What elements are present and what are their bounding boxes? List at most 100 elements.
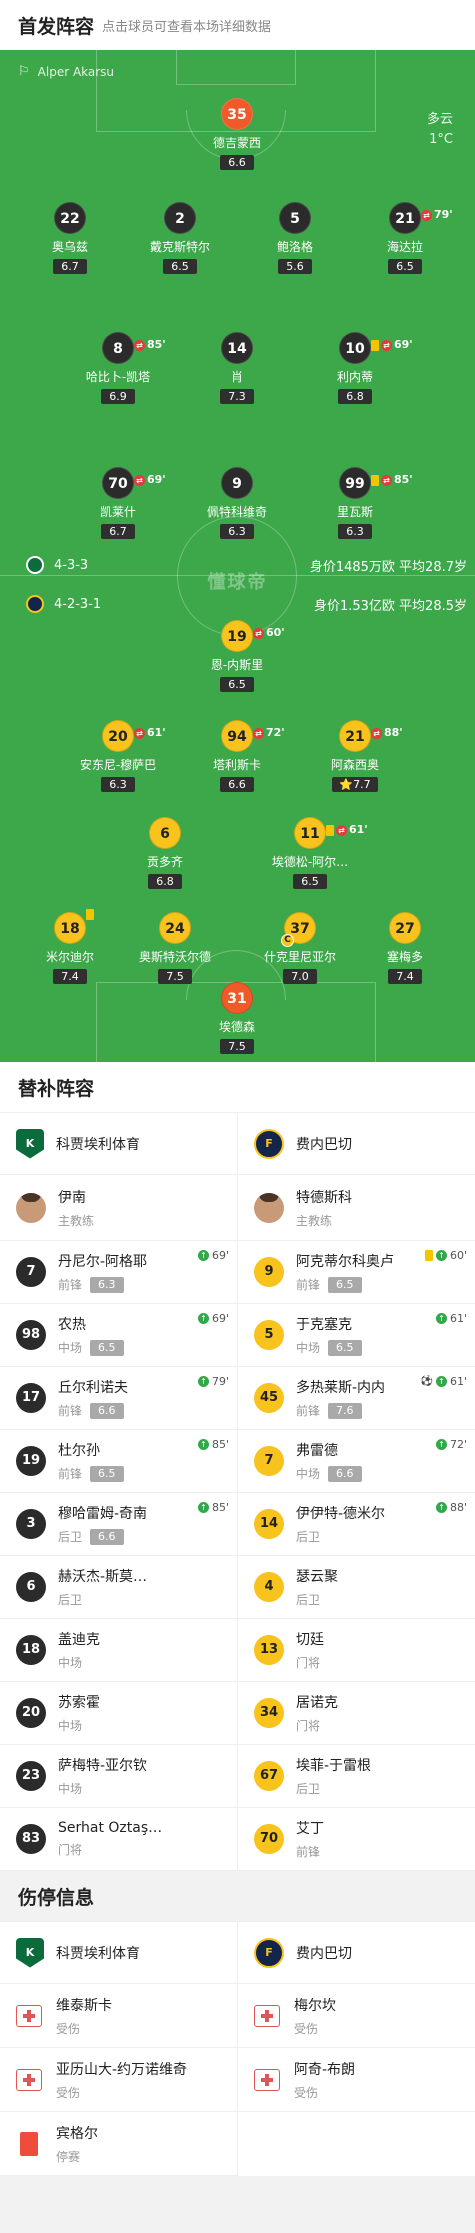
sub-in-time: 85' (211, 1501, 229, 1514)
sub-event-marker: ↑ 69' (197, 1249, 229, 1262)
sub-player-number: 3 (16, 1509, 46, 1539)
event-marker: ⇄ 69' (134, 464, 166, 496)
sub-player-row[interactable]: 6 赫沃杰-斯莫… 后卫 (0, 1556, 237, 1619)
medical-kit-icon (16, 2068, 42, 2091)
player-name: 埃德森 (218, 1020, 255, 1034)
sub-player-row[interactable]: 98 农热 中场 6.5 ↑ 69' (0, 1304, 237, 1367)
pitch-player[interactable]: 70 ⇄ 69' 凯莱什 6.7 (63, 467, 173, 539)
pitch-player[interactable]: 27 塞梅多 7.4 (350, 912, 460, 984)
position-label: 中场 (58, 1656, 83, 1670)
pitch-player[interactable]: 94 ⇄ 72' 塔利斯卡 6.6 (182, 720, 292, 792)
sub-player-position: 前锋 6.5 (58, 1465, 237, 1482)
sub-player-row[interactable]: 13 切廷 门将 (238, 1619, 475, 1682)
sub-player-row[interactable]: 5 于克塞克 中场 6.5 ↑ 61' (238, 1304, 475, 1367)
injury-away-team[interactable]: F 费内巴切 (238, 1922, 475, 1984)
sub-player-row[interactable]: 20 苏索霍 中场 (0, 1682, 237, 1745)
sub-player-position: 中场 (58, 1717, 237, 1734)
pitch-player[interactable]: 9 佩特科维奇 6.3 (182, 467, 292, 539)
sub-player-row[interactable]: 3 穆哈雷姆-奇南 后卫 6.6 ↑ 85' (0, 1493, 237, 1556)
sub-player-row[interactable]: 23 萨梅特-亚尔钦 中场 (0, 1745, 237, 1808)
sub-time: 61' (147, 726, 166, 739)
pitch-player[interactable]: 24 奥斯特沃尔德 7.5 (120, 912, 230, 984)
sub-player-number: 70 (254, 1824, 284, 1854)
injured-player-name: 亚历山大-约万诺维奇 (56, 2061, 188, 2078)
sub-player-row[interactable]: 9 阿克蒂尔科奥卢 前锋 6.5 ↑ 60' (238, 1241, 475, 1304)
position-label: 中场 (58, 1719, 83, 1733)
sub-player-row[interactable]: 45 多热莱斯-内内 前锋 7.6 ⚽ ↑ 61' (238, 1367, 475, 1430)
player-name: 奥乌兹 (51, 240, 88, 254)
player-number: 19 ⇄ 60' (221, 620, 285, 652)
away-worth-value: 身价1.53亿欧 (313, 599, 395, 614)
sub-player-row[interactable]: 83 Serhat Öztaş… 门将 (0, 1808, 237, 1871)
position-label: 前锋 (296, 1845, 321, 1859)
pitch-player[interactable]: 6 贡多齐 6.8 (110, 817, 220, 889)
pitch-player[interactable]: 22 奥乌兹 6.7 (15, 202, 125, 274)
pitch-player[interactable]: 5 鲍洛格 5.6 (240, 202, 350, 274)
sub-player-row[interactable]: 19 杜尔孙 前锋 6.5 ↑ 85' (0, 1430, 237, 1493)
home-coach-name: 伊南 (58, 1189, 86, 1206)
away-coach[interactable]: 特德斯科 主教练 (238, 1175, 475, 1241)
sub-player-row[interactable]: 17 丘尔利诺夫 前锋 6.6 ↑ 79' (0, 1367, 237, 1430)
pitch-player[interactable]: 11 ⇄ 61' 埃德松-阿尔… 6.5 (255, 817, 368, 889)
player-name: 阿森西奥 (330, 758, 379, 772)
subs-away-team[interactable]: F 费内巴切 (238, 1113, 475, 1175)
rating-value: 6.8 (346, 390, 364, 403)
event-marker: ⇄ 61' (134, 717, 166, 749)
home-worth-value: 身价1485万欧 (309, 560, 395, 575)
pitch-player[interactable]: 18 米尔迪尔 7.4 (15, 909, 125, 984)
pitch-player[interactable]: 20 ⇄ 61' 安东尼-穆萨巴 6.3 (63, 720, 173, 792)
home-formation-label: 4-3-3 (54, 557, 89, 573)
pitch-player[interactable]: 99 ⇄ 85' 里瓦斯 6.3 (300, 467, 413, 539)
sub-out-icon: ⇄ (421, 209, 432, 221)
sub-player-number: 13 (254, 1635, 284, 1665)
pitch-player[interactable]: 14 肖 7.3 (182, 332, 292, 404)
injury-row[interactable]: 维泰斯卡 受伤 (0, 1984, 237, 2048)
injury-home-team[interactable]: K 科贾埃利体育 (0, 1922, 237, 1984)
sub-player-row[interactable]: 4 瑟云聚 后卫 (238, 1556, 475, 1619)
position-label: 门将 (58, 1843, 83, 1857)
medical-kit-icon (254, 2068, 280, 2091)
sub-in-icon: ↑ (197, 1502, 209, 1513)
pitch-player[interactable]: 35 德吉蒙西 6.6 (182, 98, 292, 170)
sub-player-position: 前锋 6.5 (296, 1276, 475, 1293)
pitch-player[interactable]: 37 C 什克里尼亚尔 7.0 (245, 912, 355, 984)
injury-status: 受伤 (56, 2021, 81, 2036)
pitch-player[interactable]: 10 ⇄ 69' 利内蒂 6.8 (300, 332, 413, 404)
injury-row[interactable]: 亚历山大-约万诺维奇 受伤 (0, 2048, 237, 2112)
pitch-player[interactable]: 8 ⇄ 85' 哈比卜-凯塔 6.9 (63, 332, 173, 404)
pitch-player[interactable]: 21 ⇄ 79' 海达拉 6.5 (350, 202, 460, 274)
sub-in-time: 69' (211, 1312, 229, 1325)
rating-value: 6.8 (156, 875, 174, 888)
injury-row[interactable]: 梅尔坎 受伤 (238, 1984, 475, 2048)
pitch-player[interactable]: 31 埃德森 7.5 (182, 982, 292, 1054)
player-rating: 6.7 (101, 524, 135, 539)
subs-home-team[interactable]: K 科贾埃利体育 (0, 1113, 237, 1175)
pitch-player[interactable]: 19 ⇄ 60' 恩-内斯里 6.5 (182, 620, 292, 692)
position-label: 门将 (296, 1719, 321, 1733)
injury-row[interactable]: 宾格尔 停赛 (0, 2112, 237, 2176)
sub-out-icon: ⇄ (371, 727, 382, 739)
player-rating: 6.3 (101, 777, 135, 792)
pitch-player[interactable]: 2 戴克斯特尔 6.5 (125, 202, 235, 274)
sub-player-row[interactable]: 14 伊伊特-德米尔 后卫 ↑ 88' (238, 1493, 475, 1556)
position-label: 中场 (58, 1341, 83, 1355)
sub-player-row[interactable]: 34 居诺克 门将 (238, 1682, 475, 1745)
subs-away-team-name: 费内巴切 (296, 1136, 352, 1153)
sub-player-row[interactable]: 7 丹尼尔-阿格耶 前锋 6.3 ↑ 69' (0, 1241, 237, 1304)
injury-row[interactable]: 阿奇-布朗 受伤 (238, 2048, 475, 2112)
sub-player-rating: 6.6 (328, 1465, 362, 1482)
sub-player-row[interactable]: 67 埃菲-于雷根 后卫 (238, 1745, 475, 1808)
home-coach[interactable]: 伊南 主教练 (0, 1175, 237, 1241)
sub-player-row[interactable]: 18 盖迪克 中场 (0, 1619, 237, 1682)
injury-title: 伤停信息 (18, 1886, 95, 1909)
sub-out-icon: ⇄ (134, 727, 145, 739)
rating-value: 6.5 (396, 260, 414, 273)
player-rating: 6.5 (220, 677, 254, 692)
sub-in-icon: ↑ (197, 1439, 209, 1450)
sub-player-position: 前锋 (296, 1843, 475, 1860)
yellow-card-icon (326, 824, 334, 836)
sub-player-row[interactable]: 70 艾丁 前锋 (238, 1808, 475, 1871)
sub-player-row[interactable]: 7 弗雷德 中场 6.6 ↑ 72' (238, 1430, 475, 1493)
sub-player-info: 苏索霍 中场 (58, 1692, 237, 1734)
pitch-player[interactable]: 21 ⇄ 88' 阿森西奥 ⭐7.7 (300, 720, 410, 792)
